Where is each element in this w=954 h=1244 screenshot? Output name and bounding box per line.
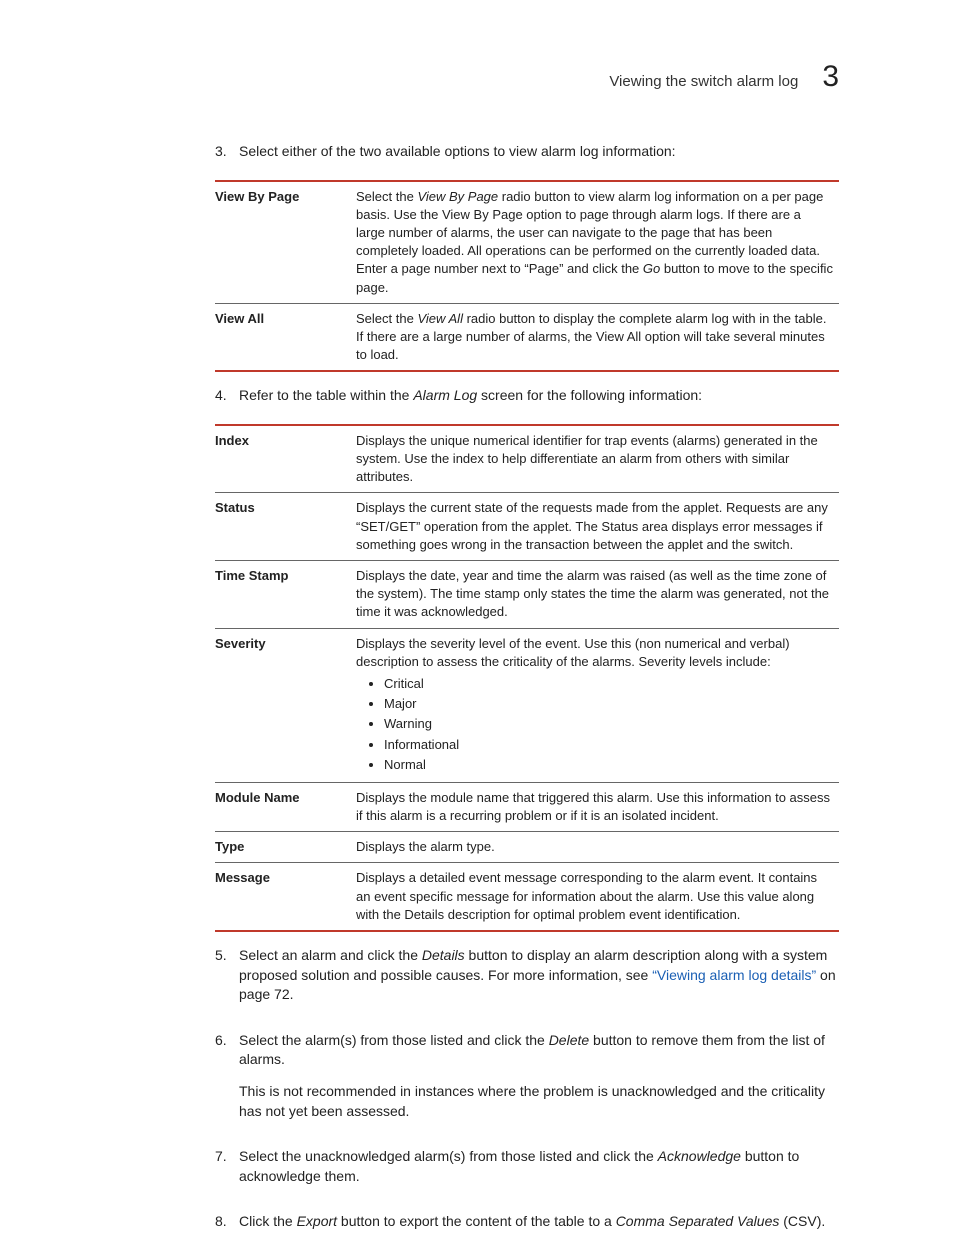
step-text: Refer to the table within the Alarm Log … (239, 386, 839, 406)
alarm-log-fields-table: Index Displays the unique numerical iden… (215, 424, 839, 932)
step-number: 7. (215, 1147, 239, 1167)
steps-list: 3. Select either of the two available op… (215, 142, 839, 1244)
table-row: View All Select the View All radio butto… (215, 303, 839, 371)
term-cell: Status (215, 493, 356, 561)
table-row: Time Stamp Displays the date, year and t… (215, 561, 839, 629)
table-row: Message Displays a detailed event messag… (215, 863, 839, 931)
step-8: 8. Click the Export button to export the… (215, 1212, 839, 1244)
term-cell: View All (215, 303, 356, 371)
term-cell: View By Page (215, 181, 356, 304)
desc-cell: Displays the alarm type. (356, 832, 839, 863)
list-item: Warning (384, 715, 833, 733)
table-row: View By Page Select the View By Page rad… (215, 181, 839, 304)
step-note: This is not recommended in instances whe… (239, 1082, 839, 1121)
step-number: 3. (215, 142, 239, 162)
table-row: Index Displays the unique numerical iden… (215, 425, 839, 493)
desc-cell: Displays the unique numerical identifier… (356, 425, 839, 493)
desc-cell: Displays the module name that triggered … (356, 782, 839, 831)
severity-levels-list: Critical Major Warning Informational Nor… (356, 675, 833, 774)
desc-cell: Displays the current state of the reques… (356, 493, 839, 561)
step-number: 6. (215, 1031, 239, 1051)
term-cell: Type (215, 832, 356, 863)
xref-link[interactable]: “Viewing alarm log details” (652, 967, 816, 983)
step-4: 4. Refer to the table within the Alarm L… (215, 386, 839, 418)
step-text: Select the alarm(s) from those listed an… (239, 1031, 839, 1070)
step-text: Select either of the two available optio… (239, 142, 839, 162)
running-header: Viewing the switch alarm log 3 (115, 60, 839, 94)
table-row: Type Displays the alarm type. (215, 832, 839, 863)
document-page: Viewing the switch alarm log 3 3. Select… (0, 0, 954, 1235)
running-title: Viewing the switch alarm log (609, 73, 798, 90)
desc-cell: Displays the severity level of the event… (356, 628, 839, 782)
term-cell: Module Name (215, 782, 356, 831)
chapter-number: 3 (822, 60, 839, 94)
term-cell: Index (215, 425, 356, 493)
desc-cell: Select the View All radio button to disp… (356, 303, 839, 371)
step-3: 3. Select either of the two available op… (215, 142, 839, 174)
table-row: Status Displays the current state of the… (215, 493, 839, 561)
term-cell: Time Stamp (215, 561, 356, 629)
table-row: Module Name Displays the module name tha… (215, 782, 839, 831)
step-number: 4. (215, 386, 239, 406)
step-7: 7. Select the unacknowledged alarm(s) fr… (215, 1147, 839, 1198)
term-cell: Severity (215, 628, 356, 782)
step-text: Select the unacknowledged alarm(s) from … (239, 1147, 839, 1186)
table-row: Severity Displays the severity level of … (215, 628, 839, 782)
desc-cell: Displays the date, year and time the ala… (356, 561, 839, 629)
list-item: Critical (384, 675, 833, 693)
term-cell: Message (215, 863, 356, 931)
view-options-table: View By Page Select the View By Page rad… (215, 180, 839, 373)
step-number: 8. (215, 1212, 239, 1232)
list-item: Informational (384, 736, 833, 754)
step-text: Select an alarm and click the Details bu… (239, 946, 839, 1005)
content-body: 3. Select either of the two available op… (215, 142, 839, 1244)
list-item: Major (384, 695, 833, 713)
list-item: Normal (384, 756, 833, 774)
step-6: 6. Select the alarm(s) from those listed… (215, 1031, 839, 1133)
step-number: 5. (215, 946, 239, 966)
desc-cell: Select the View By Page radio button to … (356, 181, 839, 304)
step-5: 5. Select an alarm and click the Details… (215, 946, 839, 1017)
step-text: Click the Export button to export the co… (239, 1212, 839, 1232)
desc-cell: Displays a detailed event message corres… (356, 863, 839, 931)
